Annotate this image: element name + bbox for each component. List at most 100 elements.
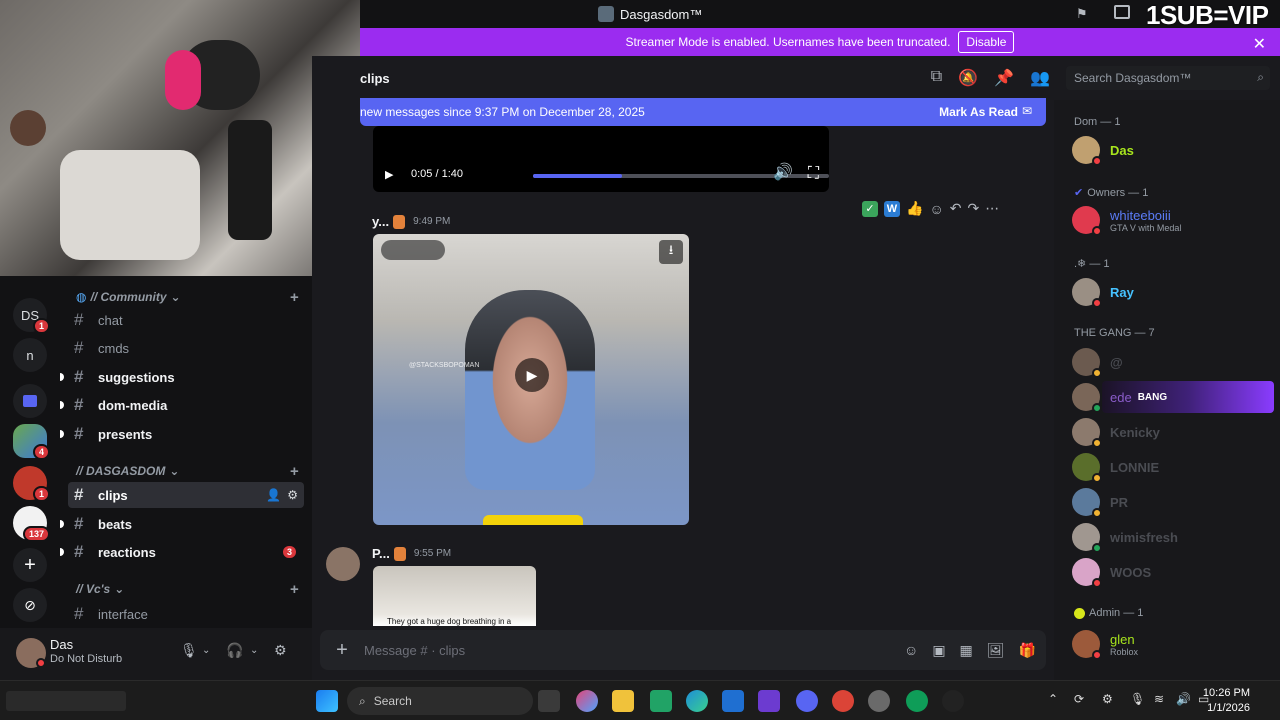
- server-icon-3[interactable]: 137: [13, 506, 51, 542]
- category-vcs[interactable]: // Vc's ⌄ +: [76, 581, 299, 598]
- search-input[interactable]: Search Dasgasdom™ ⌕: [1066, 66, 1270, 90]
- channel-presents[interactable]: # presents: [60, 421, 304, 447]
- message-author[interactable]: y...: [372, 214, 389, 229]
- video-embed[interactable]: They got a huge dog breathing in a: [373, 566, 536, 626]
- w-reaction-icon[interactable]: W: [884, 200, 900, 217]
- user-settings-gear-icon[interactable]: ⚙: [274, 642, 287, 659]
- copilot-icon[interactable]: [576, 690, 598, 712]
- avatar[interactable]: [326, 547, 360, 581]
- gif-icon[interactable]: ▣: [932, 642, 945, 659]
- fullscreen-icon[interactable]: ⛶: [808, 165, 819, 183]
- video-player[interactable]: ▶ 0:05 / 1:40 🔊 ⛶: [373, 126, 829, 192]
- chrome-icon[interactable]: [832, 690, 854, 712]
- channel-reactions[interactable]: # reactions 3: [60, 539, 304, 565]
- sticker-icon[interactable]: ▦: [960, 642, 973, 659]
- gift-icon[interactable]: 🎁: [1019, 642, 1036, 659]
- member-item[interactable]: Das: [1072, 133, 1272, 167]
- member-item[interactable]: PR: [1072, 485, 1272, 519]
- tray-app-icon[interactable]: ⟳: [1074, 692, 1084, 706]
- add-server-icon[interactable]: +: [13, 548, 47, 582]
- volume-icon[interactable]: 🔊: [1176, 692, 1191, 706]
- member-item[interactable]: Kenicky: [1072, 415, 1272, 449]
- checkmark-reaction-icon[interactable]: ✓: [862, 200, 878, 217]
- store-icon[interactable]: [722, 690, 744, 712]
- close-icon[interactable]: ✕: [1253, 34, 1266, 54]
- chevron-down-icon[interactable]: ⌄: [202, 645, 210, 656]
- attach-plus-icon[interactable]: +: [320, 639, 364, 662]
- member-item[interactable]: ede BANG: [1072, 380, 1272, 414]
- member-item[interactable]: LONNIE: [1072, 450, 1272, 484]
- task-view-icon[interactable]: [538, 690, 560, 712]
- channel-suggestions[interactable]: # suggestions: [60, 364, 304, 390]
- microphone-icon[interactable]: 🎙: [180, 642, 198, 659]
- server-n[interactable]: n: [13, 338, 47, 372]
- member-list-icon[interactable]: 👥: [1030, 68, 1050, 88]
- mark-as-read-button[interactable]: Mark As Read: [939, 105, 1018, 119]
- member-item[interactable]: wimisfresh: [1072, 520, 1272, 554]
- inbox-flag-icon[interactable]: ⚑: [1076, 6, 1088, 22]
- microphone-icon[interactable]: 🎙: [1130, 692, 1145, 706]
- settings-gear-icon[interactable]: [868, 690, 890, 712]
- channel-chat[interactable]: # chat: [68, 307, 304, 333]
- image-icon[interactable]: 🖼: [987, 642, 1005, 659]
- create-channel-icon[interactable]: +: [290, 463, 299, 480]
- server-icon-1[interactable]: 4: [13, 424, 51, 460]
- download-icon[interactable]: ⭳: [659, 240, 683, 264]
- create-channel-icon[interactable]: +: [290, 289, 299, 306]
- invite-icon[interactable]: 👤: [266, 488, 281, 502]
- channel-cmds[interactable]: # cmds: [68, 335, 304, 361]
- message-author[interactable]: P...: [372, 546, 390, 561]
- chrome-profile-icon[interactable]: [906, 690, 928, 712]
- video-embed[interactable]: ⭳ @STACKSBOPOMAN ▶: [373, 234, 689, 525]
- new-messages-bar[interactable]: new messages since 9:37 PM on December 2…: [360, 98, 1046, 126]
- notifications-bell-icon[interactable]: 🔕: [958, 68, 978, 88]
- reply-icon[interactable]: ↶: [950, 200, 962, 217]
- play-icon[interactable]: ▶: [385, 168, 405, 181]
- category-dasgasdom[interactable]: // DASGASDOM ⌄ +: [76, 463, 299, 480]
- channel-clips[interactable]: # clips 👤 ⚙: [68, 482, 304, 508]
- volume-icon[interactable]: 🔊: [773, 162, 793, 182]
- category-community[interactable]: ◍ // Community ⌄ +: [76, 289, 299, 306]
- disable-streamer-mode-button[interactable]: Disable: [958, 31, 1015, 53]
- xbox-icon[interactable]: [650, 690, 672, 712]
- headphones-icon[interactable]: 🎧: [226, 642, 243, 659]
- play-icon[interactable]: ▶: [515, 358, 549, 392]
- discover-compass-icon[interactable]: ⊘: [13, 588, 47, 622]
- create-channel-icon[interactable]: +: [290, 581, 299, 598]
- app-icon[interactable]: [942, 690, 964, 712]
- channel-interface[interactable]: # interface: [68, 601, 304, 627]
- member-item[interactable]: WOOS: [1072, 555, 1272, 589]
- threads-icon[interactable]: ⧉: [931, 68, 942, 88]
- minimize-window-icon[interactable]: [1114, 5, 1130, 19]
- channel-dom-media[interactable]: # dom-media: [60, 392, 304, 418]
- tray-app-icon[interactable]: ⚙: [1102, 692, 1113, 706]
- discord-icon[interactable]: [796, 690, 818, 712]
- file-explorer-icon[interactable]: [612, 690, 634, 712]
- server-ds[interactable]: DS 1: [13, 298, 51, 334]
- edge-icon[interactable]: [686, 690, 708, 712]
- taskbar-widget[interactable]: [6, 691, 126, 711]
- wifi-icon[interactable]: ≋: [1154, 692, 1164, 706]
- forward-icon[interactable]: ↷: [967, 200, 979, 217]
- channel-beats[interactable]: # beats: [60, 511, 304, 537]
- emoji-icon[interactable]: ☺: [904, 642, 918, 659]
- more-options-icon[interactable]: ⋯: [985, 200, 999, 217]
- member-item[interactable]: whiteeboiii GTA V with Medal: [1072, 203, 1272, 237]
- windows-start-icon[interactable]: [316, 690, 338, 712]
- taskbar-search[interactable]: ⌕ Search: [347, 687, 533, 715]
- member-item[interactable]: Ray: [1072, 275, 1272, 309]
- obs-icon[interactable]: [758, 690, 780, 712]
- chevron-down-icon[interactable]: ⌄: [250, 645, 258, 656]
- pin-icon[interactable]: 📌: [994, 68, 1014, 88]
- member-item[interactable]: glen Roblox: [1072, 627, 1272, 661]
- folder-icon[interactable]: [13, 384, 47, 418]
- taskbar-clock[interactable]: 10:26 PM 1/1/2026: [1203, 686, 1250, 716]
- message-composer[interactable]: + Message # · clips ☺ ▣ ▦ 🖼 🎁: [320, 630, 1046, 670]
- tray-overflow-icon[interactable]: ⌃: [1048, 692, 1058, 706]
- settings-gear-icon[interactable]: ⚙: [287, 488, 298, 502]
- message-input[interactable]: Message # · clips: [364, 643, 465, 658]
- member-item[interactable]: @: [1072, 345, 1272, 379]
- server-icon-2[interactable]: 1: [13, 466, 51, 502]
- thumbs-up-icon[interactable]: 👍: [906, 200, 923, 217]
- add-reaction-icon[interactable]: ☺: [929, 201, 943, 217]
